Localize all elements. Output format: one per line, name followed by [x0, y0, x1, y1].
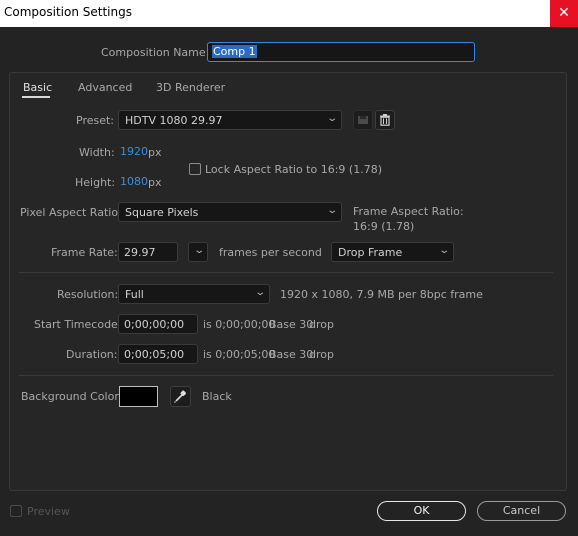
delete-preset-button[interactable] [375, 110, 395, 130]
background-color-label: Background Color: [21, 390, 123, 403]
active-tab-underline [22, 96, 50, 98]
resolution-label: Resolution: [57, 288, 119, 301]
drop-frame-value: Drop Frame [338, 246, 403, 259]
composition-name-label: Composition Name: [101, 46, 210, 59]
preset-dropdown[interactable]: HDTV 1080 29.97 ⌄ [118, 110, 342, 130]
ok-button[interactable]: OK [377, 501, 466, 521]
preview-checkbox[interactable] [10, 505, 22, 517]
chevron-down-icon: ⌄ [437, 245, 450, 256]
background-color-name: Black [202, 390, 232, 403]
tab-advanced[interactable]: Advanced [78, 81, 132, 94]
chevron-down-icon: ⌄ [192, 245, 205, 256]
frame-rate-label: Frame Rate: [51, 246, 118, 259]
composition-name-value: Comp 1 [212, 45, 257, 58]
eyedropper-icon [174, 390, 187, 403]
eyedropper-button[interactable] [170, 386, 191, 407]
pixel-aspect-dropdown[interactable]: Square Pixels ⌄ [118, 202, 342, 222]
resolution-value: Full [125, 288, 144, 301]
chevron-down-icon: ⌄ [325, 205, 338, 216]
duration-label: Duration: [66, 348, 118, 361]
preset-label: Preset: [76, 114, 115, 127]
height-value[interactable]: 1080 [120, 175, 148, 188]
width-label: Width: [79, 146, 115, 159]
width-value[interactable]: 1920 [120, 145, 148, 158]
settings-panel [9, 72, 567, 491]
lock-aspect-label: Lock Aspect Ratio to 16:9 (1.78) [205, 163, 382, 176]
resolution-info: 1920 x 1080, 7.9 MB per 8bpc frame [280, 288, 483, 301]
width-unit: px [148, 146, 162, 159]
background-color-swatch[interactable] [119, 386, 158, 407]
close-icon[interactable]: ✕ [550, 0, 578, 27]
start-timecode-drop: drop [309, 318, 334, 331]
duration-input[interactable]: 0;00;05;00 [118, 344, 198, 364]
drop-frame-dropdown[interactable]: Drop Frame ⌄ [331, 242, 454, 262]
pixel-aspect-label: Pixel Aspect Ratio: [20, 206, 122, 219]
title-bar: Composition Settings ✕ [0, 0, 578, 27]
start-timecode-is: is 0;00;00;00 [203, 318, 276, 331]
frame-aspect-value: 16:9 (1.78) [353, 220, 415, 233]
start-timecode-input[interactable]: 0;00;00;00 [118, 314, 198, 334]
resolution-dropdown[interactable]: Full ⌄ [118, 284, 270, 304]
trash-icon [380, 114, 390, 126]
tab-3d-renderer[interactable]: 3D Renderer [156, 81, 225, 94]
height-label: Height: [75, 176, 116, 189]
preset-value: HDTV 1080 29.97 [125, 114, 223, 127]
divider [19, 375, 553, 376]
lock-aspect-checkbox[interactable] [189, 163, 201, 175]
chevron-down-icon: ⌄ [325, 113, 338, 124]
start-timecode-base: Base 30 [269, 318, 314, 331]
frame-rate-input[interactable]: 29.97 [118, 242, 178, 262]
cancel-button[interactable]: Cancel [477, 501, 566, 521]
tab-basic[interactable]: Basic [23, 81, 52, 94]
pixel-aspect-value: Square Pixels [125, 206, 199, 219]
frame-rate-presets-dropdown[interactable]: ⌄ [188, 242, 208, 262]
chevron-down-icon: ⌄ [253, 287, 266, 298]
height-unit: px [148, 176, 162, 189]
start-timecode-label: Start Timecode: [34, 318, 122, 331]
frame-rate-unit: frames per second [219, 246, 322, 259]
duration-drop: drop [309, 348, 334, 361]
save-preset-button[interactable] [353, 110, 373, 130]
composition-name-input[interactable]: Comp 1 [207, 42, 475, 62]
duration-base: Base 30 [269, 348, 314, 361]
save-preset-icon [358, 116, 368, 124]
frame-aspect-label: Frame Aspect Ratio: [353, 205, 464, 218]
duration-is: is 0;00;05;00 [203, 348, 276, 361]
preview-label: Preview [27, 505, 70, 518]
divider [19, 272, 553, 273]
window-title: Composition Settings [4, 5, 132, 19]
